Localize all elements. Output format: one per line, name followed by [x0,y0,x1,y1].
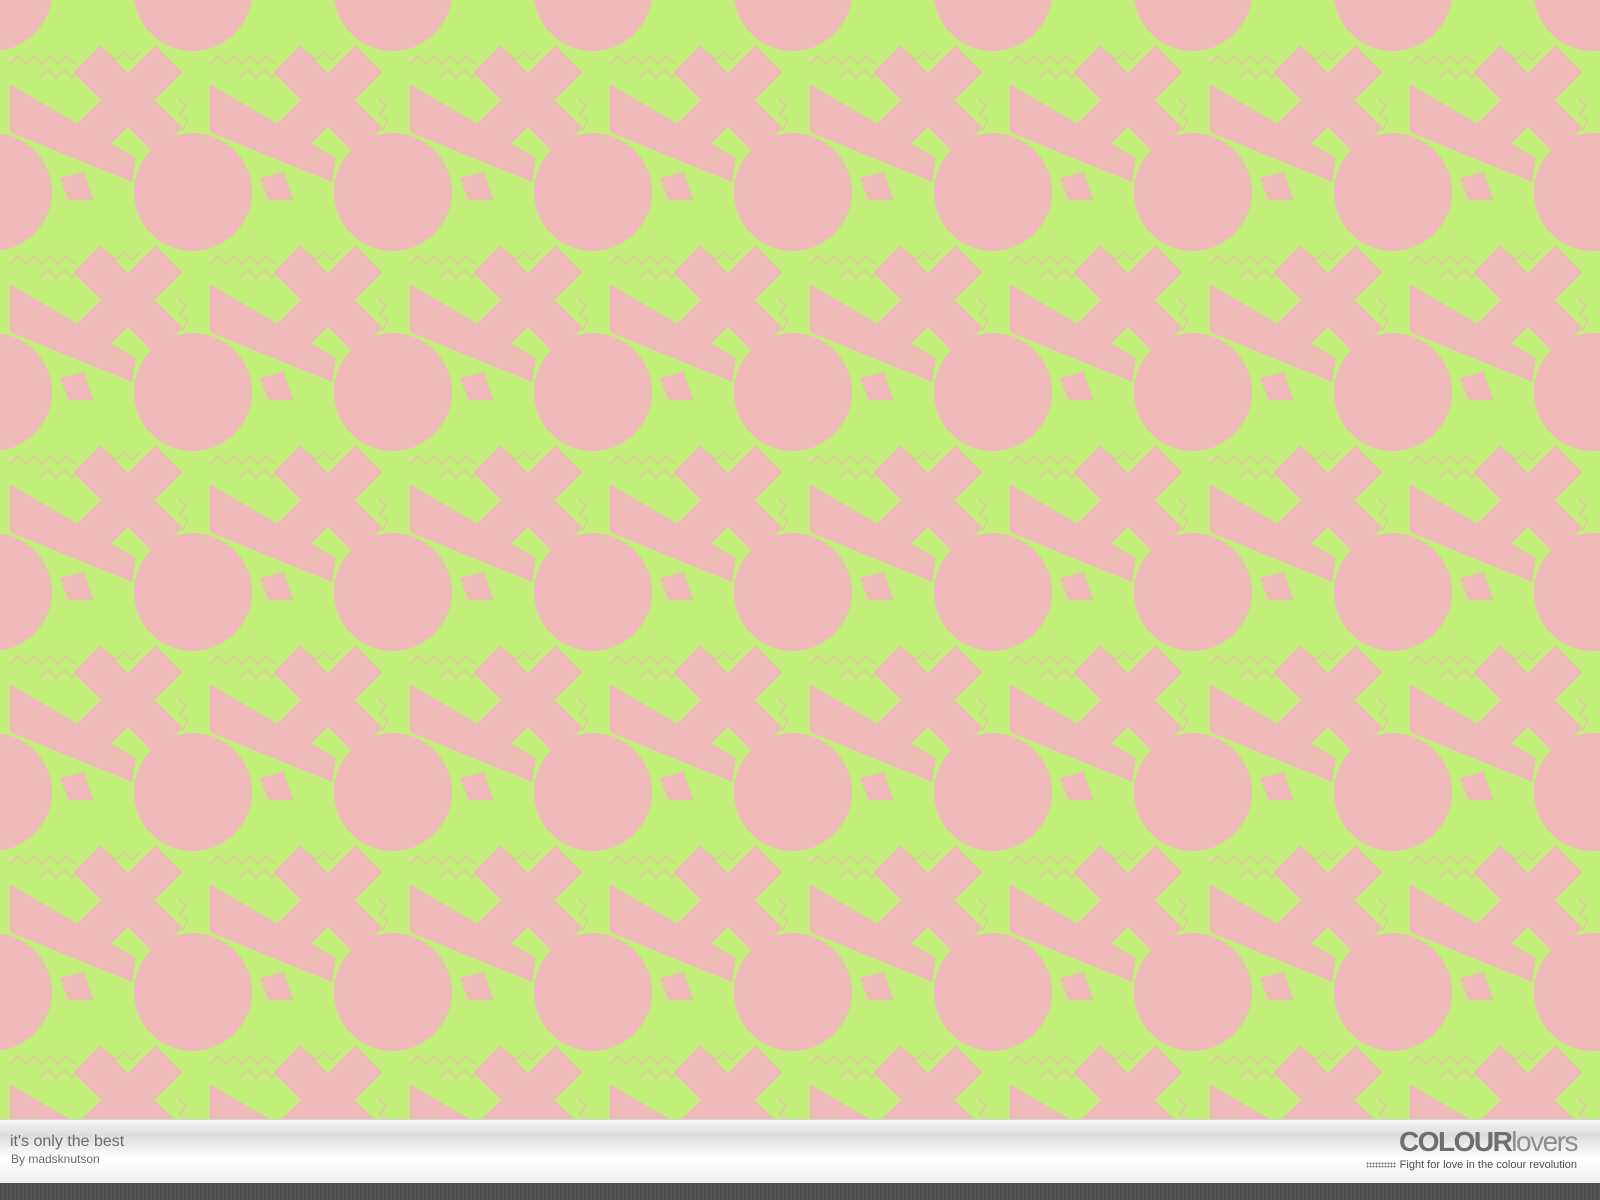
logo-bold-text: COLOUR [1398,1126,1513,1157]
colourlovers-logo[interactable]: COLOURlovers [1398,1126,1579,1157]
tagline: Fight for love in the colour revolution [1399,1159,1577,1171]
pattern-canvas [0,0,1600,1120]
tagline-row: Fight for love in the colour revolution [1365,1159,1577,1171]
colourlovers-brand[interactable]: COLOURlovers Fight for love in the colou… [1337,1126,1579,1174]
pattern-title: it's only the best [10,1133,125,1150]
bottom-strip [0,1183,1600,1200]
dotted-line-icon [1365,1162,1396,1168]
footer-divider [0,1181,1600,1182]
logo-light-text: lovers [1511,1126,1578,1157]
pattern-author[interactable]: By madsknutson [11,1152,100,1166]
